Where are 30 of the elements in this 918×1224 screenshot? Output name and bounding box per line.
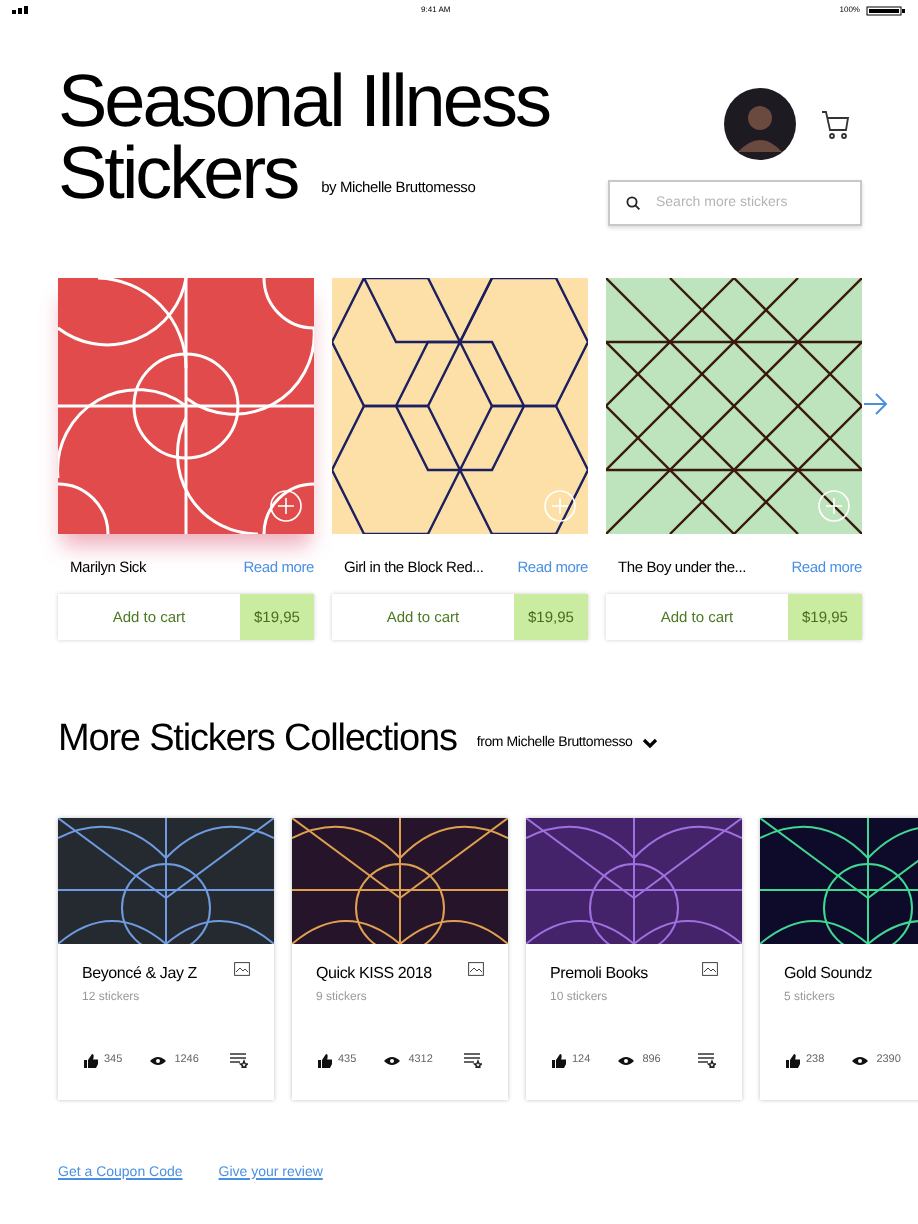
cart-icon[interactable] bbox=[820, 109, 850, 139]
image-icon bbox=[702, 961, 718, 975]
next-arrow-icon[interactable] bbox=[864, 392, 888, 416]
user-avatar[interactable] bbox=[724, 88, 796, 160]
thumbs-up-icon bbox=[84, 1053, 98, 1068]
chevron-down-icon bbox=[642, 737, 659, 750]
collection-title: Beyoncé & Jay Z bbox=[82, 961, 197, 985]
eye-icon bbox=[618, 1055, 635, 1066]
collection-title: Premoli Books bbox=[550, 961, 648, 985]
collection-title: Gold Soundz bbox=[784, 961, 873, 985]
add-icon[interactable] bbox=[818, 490, 850, 522]
thumbs-up-icon bbox=[552, 1053, 566, 1068]
section-title: More Stickers Collections bbox=[58, 716, 457, 764]
eye-icon bbox=[384, 1055, 401, 1066]
thumbs-up-icon bbox=[786, 1053, 800, 1068]
page-title: Stickers bbox=[58, 136, 298, 212]
eye-icon bbox=[852, 1055, 869, 1066]
playlist-star-icon[interactable] bbox=[698, 1052, 716, 1069]
add-icon[interactable] bbox=[544, 490, 576, 522]
search-icon bbox=[626, 196, 640, 210]
signal-icon bbox=[12, 6, 32, 14]
playlist-star-icon[interactable] bbox=[464, 1052, 482, 1069]
thumbs-up-icon bbox=[318, 1053, 332, 1068]
battery-icon bbox=[865, 5, 906, 15]
image-icon bbox=[468, 961, 484, 975]
eye-icon bbox=[150, 1055, 167, 1066]
image-icon bbox=[234, 961, 250, 975]
page-title: Seasonal Illness bbox=[58, 68, 549, 136]
playlist-star-icon[interactable] bbox=[230, 1052, 248, 1069]
collection-title: Quick KISS 2018 bbox=[316, 961, 432, 985]
